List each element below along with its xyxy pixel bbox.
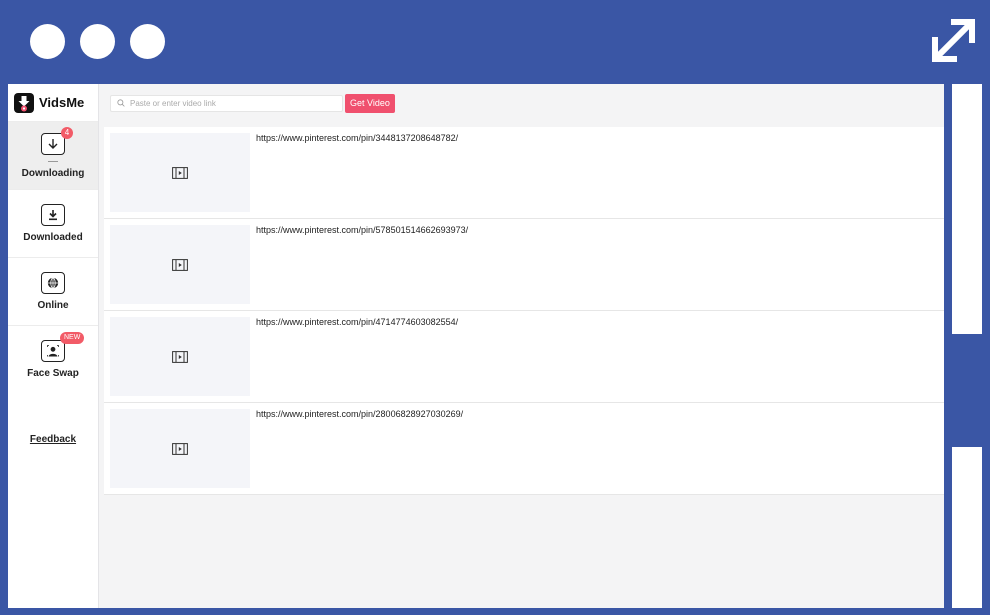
face-swap-icon: NEW [41,332,85,362]
download-arrow-icon: 4 [41,126,73,155]
toolbar: Get Video [99,84,944,122]
sidebar-item-label: Downloaded [23,232,83,243]
main-content: Get Video https://www.pinterest.com/pin/… [99,84,944,608]
video-url: https://www.pinterest.com/pin/2800682892… [256,409,464,419]
list-item[interactable]: https://www.pinterest.com/pin/4714774603… [104,311,944,403]
sidebar-item-face-swap[interactable]: NEW Face Swap [8,325,98,393]
list-item[interactable]: https://www.pinterest.com/pin/3448137208… [104,127,944,219]
sidebar-item-downloaded[interactable]: Downloaded [8,189,98,257]
download-list: https://www.pinterest.com/pin/3448137208… [104,127,944,495]
video-thumbnail [110,409,250,488]
globe-icon [41,272,65,294]
sidebar-item-label: Online [37,300,69,311]
scrollbar-track-bottom[interactable] [952,447,982,608]
video-film-icon [172,258,188,271]
list-item[interactable]: https://www.pinterest.com/pin/2800682892… [104,403,944,495]
sidebar-item-label: Face Swap [27,368,79,379]
video-film-icon [172,442,188,455]
video-url: https://www.pinterest.com/pin/5785015146… [256,225,469,235]
video-thumbnail [110,133,250,212]
video-thumbnail [110,317,250,396]
new-badge: NEW [60,332,85,344]
video-film-icon [172,166,188,179]
video-film-icon [172,350,188,363]
window-control-dot[interactable] [80,24,115,59]
search-input[interactable] [130,98,330,108]
app-window: VidsMe 4 Downloading Downloaded Online N… [8,84,944,608]
app-name: VidsMe [39,95,85,110]
list-item[interactable]: https://www.pinterest.com/pin/5785015146… [104,219,944,311]
download-tray-icon [41,204,65,226]
sidebar-item-label: Downloading [21,167,85,179]
window-controls [30,24,165,59]
window-control-dot[interactable] [130,24,165,59]
scrollbar-track-top[interactable] [952,84,982,334]
sidebar: VidsMe 4 Downloading Downloaded Online N… [8,84,99,608]
video-url: https://www.pinterest.com/pin/3448137208… [256,133,459,143]
sidebar-item-downloading[interactable]: 4 Downloading [8,121,98,189]
feedback-link[interactable]: Feedback [8,434,98,445]
get-video-button[interactable]: Get Video [345,93,395,113]
vidsme-logo-icon [14,92,34,113]
search-icon [117,99,125,107]
window-control-dot[interactable] [30,24,65,59]
video-url: https://www.pinterest.com/pin/4714774603… [256,317,459,327]
sidebar-item-online[interactable]: Online [8,257,98,325]
active-indicator [48,160,58,162]
brand: VidsMe [8,84,98,121]
search-box [110,94,343,112]
expand-icon[interactable] [929,15,979,65]
downloading-count-badge: 4 [61,126,73,139]
video-thumbnail [110,225,250,304]
